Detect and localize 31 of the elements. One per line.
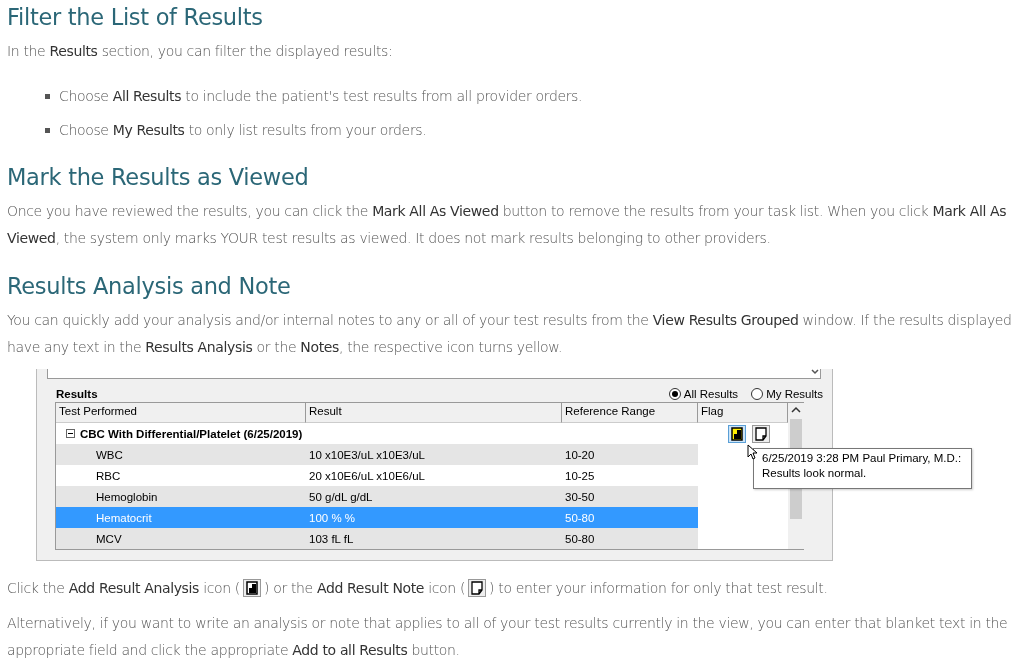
- table-cell-text: 10-20: [564, 448, 596, 461]
- section-heading: Results Analysis and Note: [7, 273, 292, 299]
- table-cell-text: 103 fL fL: [308, 532, 355, 545]
- table-cell-text: 50-80: [564, 511, 596, 524]
- table-cell-text: 30-50: [564, 490, 596, 503]
- paragraph: Once you have reviewed the results, you can click the Mark All As Viewed button to remove the results from your task list. When you click Mark All As Viewed, the system only marks YOUR test results as viewed. It does not mark results belonging to other providers.: [7, 202, 1008, 248]
- group-title: CBC With Differential/Platelet (6/25/2019): [80, 427, 303, 440]
- table-cell-text: 20 x10E6/uL x10E6/uL: [308, 469, 426, 482]
- results-label: Results: [56, 388, 98, 400]
- tooltip-text: 6/25/2019 3:28 PM Paul Primary, M.D.:: [762, 451, 962, 466]
- section-heading: Filter the List of Results: [7, 4, 264, 30]
- paragraph-text: ) to enter your information for only that test result.: [489, 579, 828, 598]
- section-heading: Mark the Results as Viewed: [7, 164, 310, 190]
- tooltip-text: Results look normal.: [762, 466, 868, 481]
- table-cell-text: 10-25: [564, 469, 596, 482]
- table-cell-text: Hematocrit: [95, 511, 153, 524]
- table-cell-text: 50 g/dL g/dL: [308, 490, 374, 503]
- table-cell-text: MCV: [95, 532, 123, 545]
- paragraph: In the Results section, you can filter the displayed results:: [7, 42, 394, 61]
- paragraph: You can quickly add your analysis and/or internal notes to any or all of your test results from the View Results Grouped window. If the results displayed have any text in the Results Analysis or the Notes, the respective icon turns yellow.: [7, 311, 1013, 357]
- list-item-text: Choose All Results to include the patient's test results from all provider orders.: [59, 87, 583, 106]
- table-cell-text: 50-80: [564, 532, 596, 545]
- table-cell-text: 100 % %: [308, 511, 357, 524]
- table-cell-text: RBC: [95, 469, 122, 482]
- list-item-text: Choose My Results to only list results from your orders.: [59, 121, 427, 140]
- paragraph-text: ) or the Add Result Note icon (: [264, 579, 466, 598]
- table-cell-text: Hemoglobin: [95, 490, 159, 503]
- table-cell-text: WBC: [95, 448, 124, 461]
- table-cell-text: 10 x10E3/uL x10E3/uL: [308, 448, 426, 461]
- paragraph: Alternatively, if you want to write an analysis or note that applies to all of your test results currently in the view, you can enter that blanket text in the appropriate field and click the appropriate Add to all Results button.: [7, 614, 1009, 660]
- paragraph-text: Click the Add Result Analysis icon (: [7, 579, 240, 598]
